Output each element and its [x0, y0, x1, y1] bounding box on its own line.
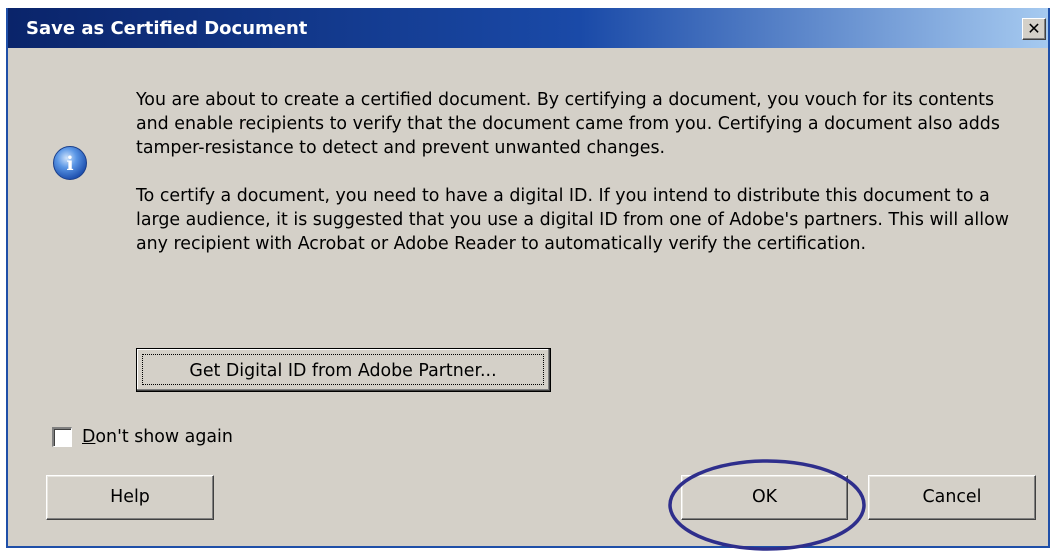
info-icon: i	[53, 146, 87, 180]
dont-show-again-mnemonic: D	[82, 427, 96, 447]
help-button[interactable]: Help	[46, 475, 214, 520]
close-icon: ✕	[1027, 19, 1041, 38]
dont-show-again-checkbox[interactable]	[52, 427, 72, 447]
ok-button[interactable]: OK	[681, 475, 848, 520]
title-bar[interactable]: Save as Certified Document ✕	[8, 8, 1048, 48]
info-icon-glyph: i	[66, 153, 73, 175]
get-digital-id-label: Get Digital ID from Adobe Partner...	[142, 354, 544, 385]
message-paragraph-1: You are about to create a certified docu…	[136, 90, 1000, 158]
dont-show-again-label[interactable]: Don't show again	[82, 425, 233, 449]
dont-show-again-label-rest: on't show again	[95, 427, 233, 447]
dialog-title: Save as Certified Document	[26, 18, 308, 39]
close-button[interactable]: ✕	[1022, 18, 1046, 40]
get-digital-id-button[interactable]: Get Digital ID from Adobe Partner...	[136, 348, 551, 392]
cancel-button[interactable]: Cancel	[868, 475, 1036, 520]
save-certified-dialog: Save as Certified Document ✕ i You are a…	[6, 8, 1050, 551]
message-body: You are about to create a certified docu…	[136, 88, 1016, 280]
message-paragraph-2: To certify a document, you need to have …	[136, 186, 1009, 254]
